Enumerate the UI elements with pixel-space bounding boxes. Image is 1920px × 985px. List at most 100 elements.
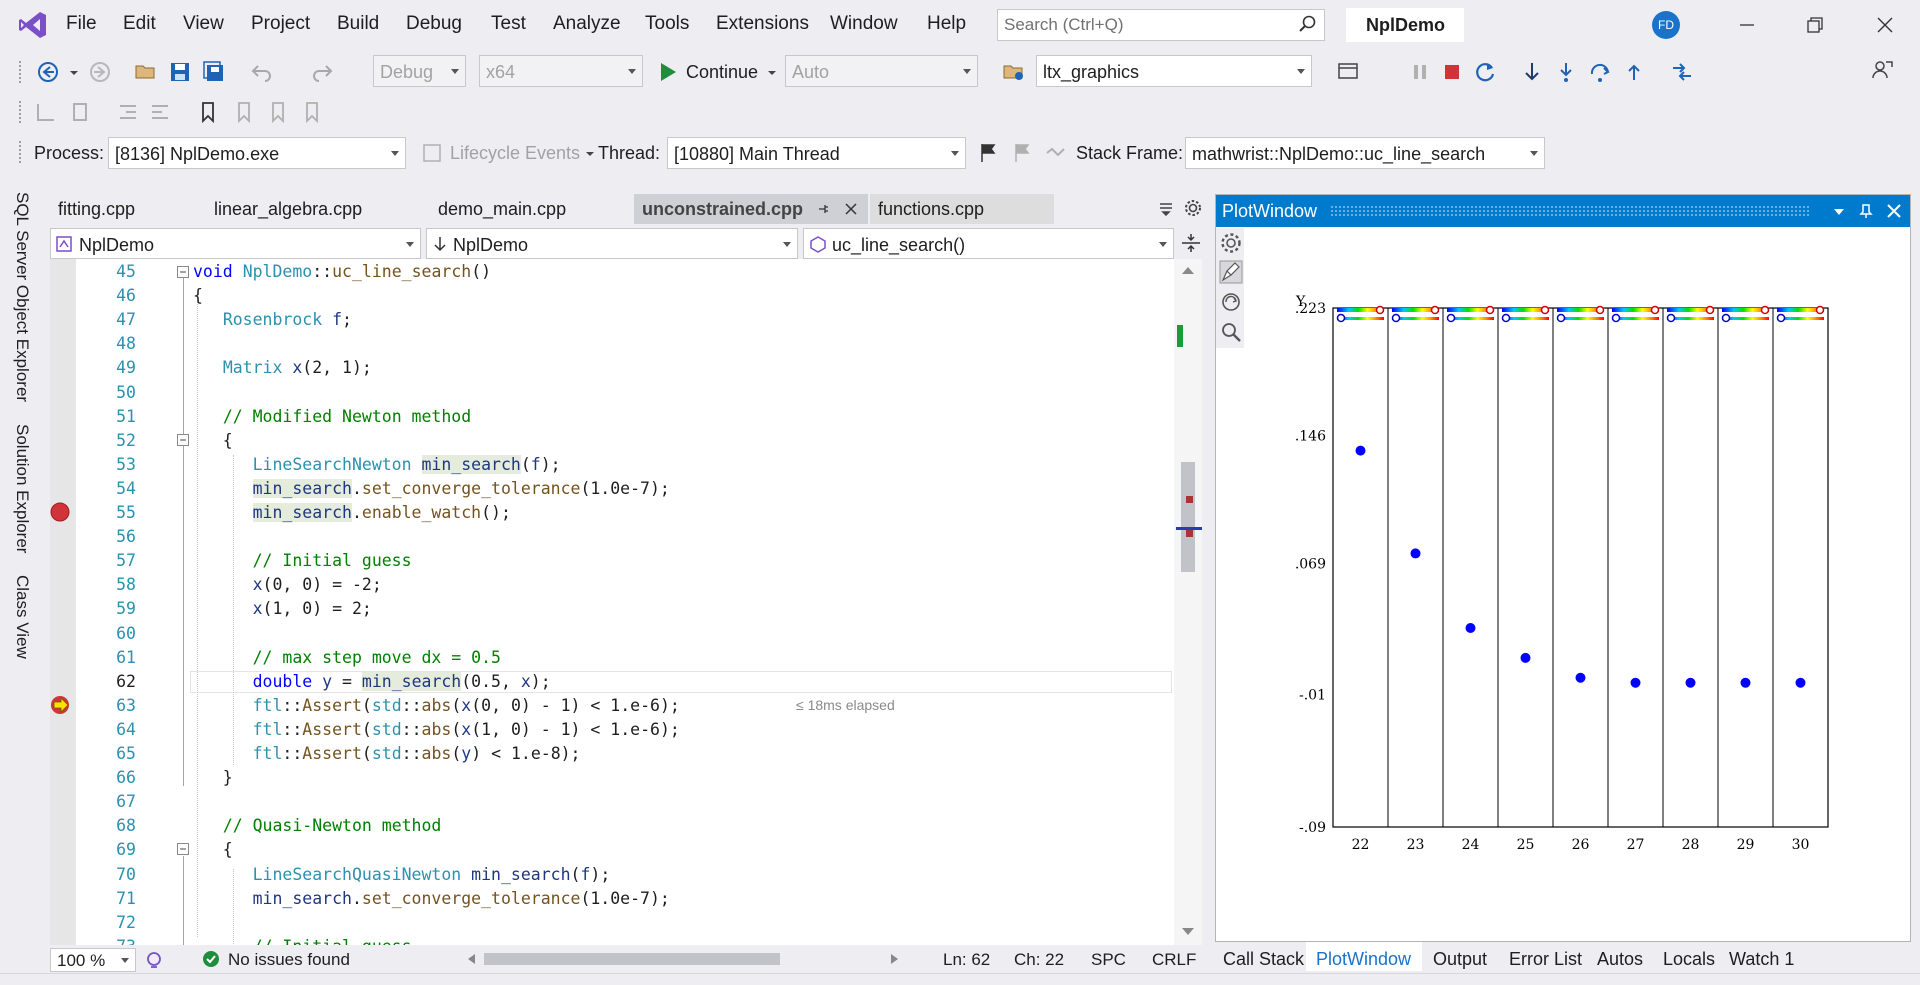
side-tab-solution-explorer[interactable]: Solution Explorer <box>12 424 32 553</box>
close-panel-icon[interactable] <box>1886 203 1902 219</box>
user-avatar[interactable]: FD <box>1652 11 1680 39</box>
settings-gear-icon[interactable] <box>1184 199 1202 217</box>
restore-icon[interactable] <box>1806 16 1824 34</box>
break-all-icon[interactable] <box>1408 60 1432 84</box>
show-next-statement-icon[interactable] <box>1520 60 1544 84</box>
scroll-down-icon[interactable] <box>1181 927 1195 937</box>
code-line[interactable]: x(1, 0) = 2; <box>193 599 372 618</box>
solution-configuration-select[interactable]: Debug <box>373 55 466 87</box>
menu-item-build[interactable]: Build <box>337 13 379 35</box>
redo-icon[interactable] <box>310 60 334 84</box>
menu-item-debug[interactable]: Debug <box>406 13 462 35</box>
save-all-icon[interactable] <box>202 60 226 84</box>
restart-icon[interactable] <box>1474 60 1498 84</box>
decrease-indent-icon[interactable] <box>116 100 140 124</box>
collapse-icon[interactable] <box>177 843 189 855</box>
live-share-icon[interactable] <box>1870 58 1894 82</box>
debug-target-select[interactable]: Auto <box>785 55 978 87</box>
code-line[interactable]: { <box>193 840 233 859</box>
editor-scroll-thumb[interactable] <box>1181 462 1195 572</box>
continue-dropdown-icon[interactable] <box>760 60 784 84</box>
open-folder-icon[interactable] <box>134 60 158 84</box>
flag-all-threads-icon[interactable] <box>1010 141 1034 165</box>
code-line[interactable]: } <box>193 768 233 787</box>
plot-clear-brush-icon[interactable] <box>1219 260 1243 284</box>
lifecycle-events-button[interactable]: Lifecycle Events <box>450 143 580 164</box>
collapse-icon[interactable] <box>177 266 189 278</box>
code-line[interactable]: // Quasi-Newton method <box>193 816 442 835</box>
close-window-icon[interactable] <box>1876 16 1894 34</box>
menu-item-file[interactable]: File <box>66 13 97 35</box>
previous-bookmark-icon[interactable] <box>232 100 256 124</box>
tab-list-dropdown-icon[interactable] <box>1158 200 1174 216</box>
startup-item-select[interactable]: ltx_graphics <box>1036 55 1312 87</box>
code-line[interactable]: Rosenbrock f; <box>193 310 352 329</box>
bottom-tab-locals[interactable]: Locals <box>1663 949 1715 970</box>
line-ending-status[interactable]: CRLF <box>1152 950 1196 970</box>
code-line[interactable]: // Initial guess <box>193 551 412 570</box>
tab-functions-cpp[interactable]: functions.cpp <box>870 194 1054 224</box>
process-select[interactable]: [8136] NplDemo.exe <box>108 137 406 169</box>
hot-reload-icon[interactable] <box>1670 60 1694 84</box>
search-input[interactable]: Search (Ctrl+Q) <box>997 9 1325 41</box>
step-into-icon[interactable] <box>1554 60 1578 84</box>
panel-drag-grip[interactable] <box>1330 205 1810 217</box>
continue-icon[interactable] <box>656 60 680 84</box>
project-scope-select[interactable]: NplDemo <box>50 228 421 259</box>
menu-item-view[interactable]: View <box>183 13 224 35</box>
menu-item-tools[interactable]: Tools <box>645 13 689 35</box>
code-line[interactable]: Matrix x(2, 1); <box>193 358 372 377</box>
bookmark-icon[interactable] <box>196 100 220 124</box>
toggle-historical-icon[interactable] <box>1044 141 1068 165</box>
close-tab-icon[interactable] <box>844 202 858 216</box>
dropdown-arrow-icon[interactable] <box>62 60 86 84</box>
minimize-icon[interactable] <box>1738 16 1756 34</box>
uncomment-icon[interactable] <box>70 100 94 124</box>
bottom-tab-output[interactable]: Output <box>1433 949 1487 970</box>
step-over-icon[interactable] <box>1588 60 1612 84</box>
pin-tab-icon[interactable] <box>816 202 830 216</box>
zoom-select[interactable]: 100 % <box>50 948 136 972</box>
flag-thread-icon[interactable] <box>976 141 1000 165</box>
split-window-icon[interactable] <box>1180 232 1202 254</box>
tab-linear-algebra-cpp[interactable]: linear_algebra.cpp <box>206 194 418 224</box>
editor-vertical-scrollbar[interactable] <box>1174 259 1202 945</box>
code-line[interactable]: void NplDemo::uc_line_search() <box>193 262 491 281</box>
panel-menu-dropdown-icon[interactable] <box>1832 205 1846 219</box>
code-line[interactable]: LineSearchQuasiNewton min_search(f); <box>193 865 611 884</box>
stop-debugging-icon[interactable] <box>1440 60 1464 84</box>
instruction-pointer-icon[interactable] <box>50 695 72 715</box>
bottom-tab-plot-window[interactable]: PlotWindow <box>1316 949 1411 970</box>
code-line[interactable]: double y = min_search(0.5, x); <box>193 671 551 691</box>
code-line[interactable]: ftl::Assert(std::abs(y) < 1.e-8); <box>193 744 581 763</box>
tab-unconstrained-cpp[interactable]: unconstrained.cpp <box>634 194 868 224</box>
menu-item-analyze[interactable]: Analyze <box>553 13 621 35</box>
collapse-icon[interactable] <box>177 434 189 446</box>
toolbar-grip[interactable] <box>18 60 22 84</box>
menu-item-help[interactable]: Help <box>927 13 966 35</box>
increase-indent-icon[interactable] <box>148 100 172 124</box>
thread-select[interactable]: [10880] Main Thread <box>667 137 966 169</box>
scroll-right-icon[interactable] <box>890 953 900 965</box>
continue-button[interactable]: Continue <box>686 62 758 83</box>
undo-icon[interactable] <box>250 60 274 84</box>
intellicode-icon[interactable] <box>144 950 164 970</box>
comment-icon[interactable] <box>34 100 58 124</box>
plot-settings-gear-icon[interactable] <box>1219 231 1243 255</box>
code-line[interactable]: min_search.set_converge_tolerance(1.0e-7… <box>193 889 670 908</box>
next-bookmark-icon[interactable] <box>266 100 290 124</box>
pin-panel-icon[interactable] <box>1858 203 1874 219</box>
code-line[interactable]: min_search.enable_watch(); <box>193 503 511 522</box>
code-line[interactable]: // Modified Newton method <box>193 407 471 426</box>
column-status[interactable]: Ch: 22 <box>1014 950 1064 970</box>
tab-demo-main-cpp[interactable]: demo_main.cpp <box>430 194 626 224</box>
bottom-tab-call-stack[interactable]: Call Stack <box>1223 949 1304 970</box>
bottom-tab-watch-1[interactable]: Watch 1 <box>1729 949 1794 970</box>
side-tab-class-view[interactable]: Class View <box>12 575 32 659</box>
menu-item-test[interactable]: Test <box>491 13 526 35</box>
horizontal-scroll-thumb[interactable] <box>484 953 780 965</box>
code-line[interactable]: LineSearchNewton min_search(f); <box>193 454 561 474</box>
navigate-back-icon[interactable] <box>36 60 60 84</box>
code-line[interactable]: min_search.set_converge_tolerance(1.0e-7… <box>193 478 670 498</box>
code-line[interactable]: x(0, 0) = -2; <box>193 575 382 594</box>
